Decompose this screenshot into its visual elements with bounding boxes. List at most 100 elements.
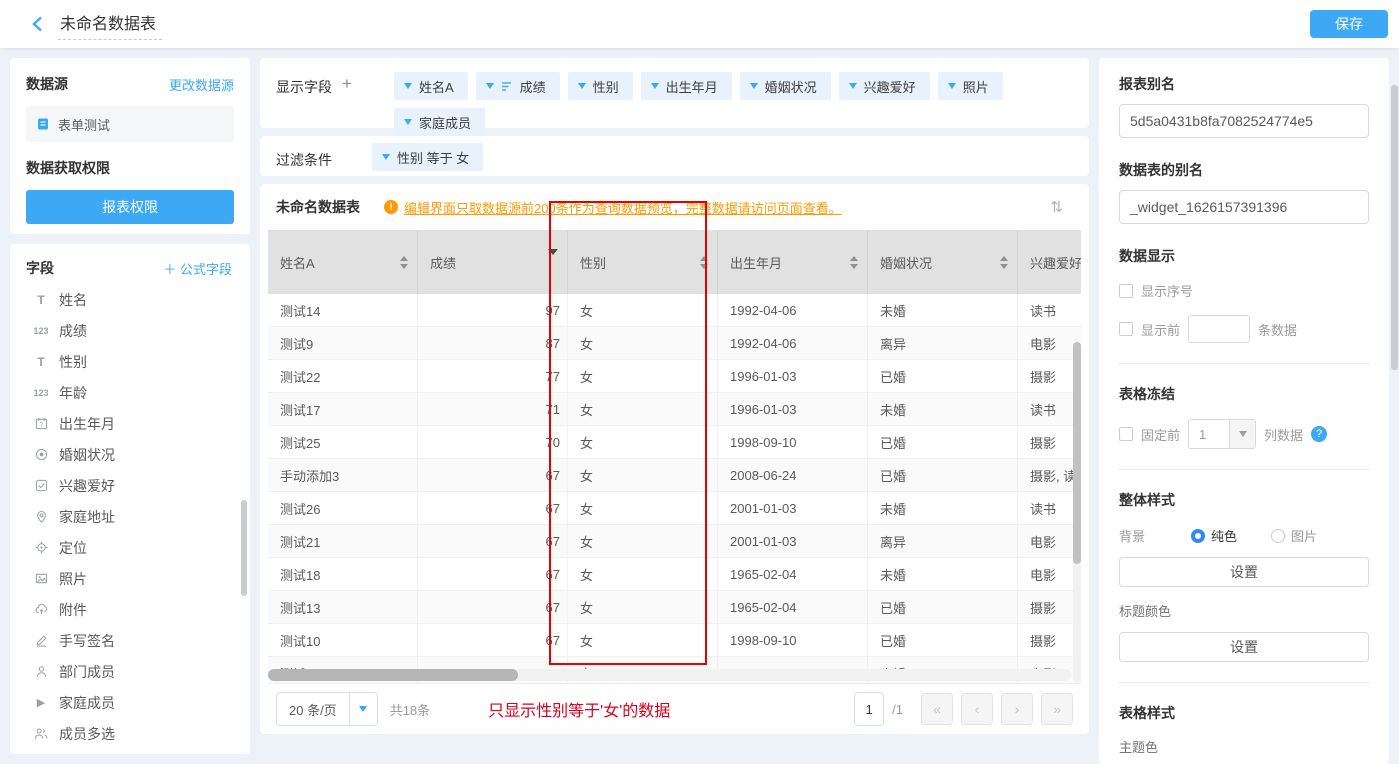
cell-name: 测试21 <box>268 525 418 557</box>
prev-page-button[interactable]: ‹ <box>961 693 993 725</box>
report-alias-input[interactable] <box>1119 104 1369 138</box>
back-button[interactable] <box>28 15 46 33</box>
add-formula-field-link[interactable]: ＋ 公式字段 <box>163 259 232 278</box>
help-icon[interactable]: ? <box>1311 426 1327 442</box>
column-header[interactable]: 性别 <box>568 230 718 294</box>
first-page-button[interactable]: « <box>921 693 953 725</box>
table-header-row: 姓名A 成绩 性别 <box>268 230 1081 294</box>
filter-condition-tag[interactable]: 性别 等于 女 <box>372 143 483 171</box>
column-header[interactable]: 姓名A <box>268 230 418 294</box>
filter-annotation: 只显示性别等于'女'的数据 <box>488 697 670 721</box>
column-header[interactable]: 成绩 <box>418 230 568 294</box>
cell-gender: 女 <box>568 591 718 623</box>
field-item[interactable]: ▶ 家庭成员 <box>26 687 240 718</box>
preview-notice: ! 编辑界面只取数据源前200条作为查询数据预览，完整数据请访问页面查看。 <box>384 198 842 217</box>
cell-birthdate: 1965-02-04 <box>718 558 868 590</box>
display-field-tag[interactable]: 照片 <box>938 72 1003 100</box>
title-color-set-button[interactable]: 设置 <box>1119 632 1369 662</box>
field-item[interactable]: 123 成绩 <box>26 315 240 346</box>
overall-style-title: 整体样式 <box>1119 490 1369 510</box>
field-item[interactable]: 家庭地址 <box>26 501 240 532</box>
field-type-icon: 7 <box>32 417 50 430</box>
background-set-button[interactable]: 设置 <box>1119 557 1369 587</box>
change-datasource-link[interactable]: 更改数据源 <box>169 75 234 94</box>
title-color-label: 标题颜色 <box>1119 601 1369 620</box>
field-item[interactable]: 照片 <box>26 563 240 594</box>
datasource-item[interactable]: 表单测试 <box>26 106 234 142</box>
cell-gender: 女 <box>568 294 718 326</box>
sort-arrows-icon[interactable] <box>1000 256 1008 269</box>
display-field-tag[interactable]: 性别 <box>568 72 633 100</box>
field-item[interactable]: 兴趣爱好 <box>26 470 240 501</box>
field-item[interactable]: 部门成员 <box>26 656 240 687</box>
cell-marriage: 已婚 <box>868 426 1018 458</box>
table-vertical-scrollbar[interactable] <box>1073 342 1081 682</box>
next-page-button[interactable]: › <box>1001 693 1033 725</box>
field-item[interactable]: 成员多选 <box>26 718 240 749</box>
field-label: 性别 <box>59 352 87 372</box>
image-radio[interactable] <box>1271 529 1285 543</box>
row-limit-input[interactable] <box>1188 315 1250 343</box>
display-field-tag[interactable]: 家庭成员 <box>394 108 485 136</box>
fields-scrollbar[interactable] <box>241 500 247 596</box>
topbar: 未命名数据表 保存 <box>0 0 1399 48</box>
image-label: 图片 <box>1291 526 1317 545</box>
column-header[interactable]: 兴趣爱好 <box>1018 230 1081 294</box>
column-header[interactable]: 婚姻状况 <box>868 230 1018 294</box>
sort-desc-icon <box>501 81 513 92</box>
field-item[interactable]: 123 年龄 <box>26 377 240 408</box>
tag-label: 兴趣爱好 <box>864 77 916 96</box>
data-display-title: 数据显示 <box>1119 246 1369 266</box>
field-item[interactable]: 7 出生年月 <box>26 408 240 439</box>
tag-label: 照片 <box>963 77 989 96</box>
rows-suffix-label: 条数据 <box>1258 320 1297 339</box>
save-button[interactable]: 保存 <box>1310 10 1388 38</box>
field-item[interactable]: 附件 <box>26 594 240 625</box>
filter-panel: 过滤条件 性别 等于 女 <box>260 136 1089 176</box>
solid-color-radio[interactable] <box>1191 529 1205 543</box>
cell-score: 67 <box>418 558 568 590</box>
field-type-icon <box>32 541 50 554</box>
page-number-input[interactable] <box>854 692 884 726</box>
cell-hobby: 摄影, 读书 <box>1018 459 1081 491</box>
display-field-tag[interactable]: 姓名A <box>394 72 468 100</box>
field-item[interactable]: T 性别 <box>26 346 240 377</box>
display-field-tag[interactable]: 兴趣爱好 <box>839 72 930 100</box>
page-scrollbar[interactable] <box>1391 85 1398 370</box>
display-field-tag[interactable]: 成绩 <box>476 72 560 100</box>
field-type-icon <box>32 572 50 585</box>
page-size-select[interactable]: 20 条/页 <box>276 692 378 726</box>
sort-arrows-icon[interactable] <box>400 256 408 269</box>
sort-order-icon[interactable]: ⇅ <box>1040 194 1073 220</box>
field-label: 年龄 <box>59 383 87 403</box>
display-field-tag[interactable]: 婚姻状况 <box>740 72 831 100</box>
cell-marriage: 未婚 <box>868 393 1018 425</box>
show-first-checkbox[interactable] <box>1119 322 1133 336</box>
cell-name: 测试10 <box>268 624 418 656</box>
field-type-icon <box>32 479 50 492</box>
report-permission-button[interactable]: 报表权限 <box>26 190 234 224</box>
sort-arrows-icon[interactable] <box>700 256 708 269</box>
sort-desc-active-icon[interactable] <box>548 255 558 270</box>
field-item[interactable]: 定位 <box>26 532 240 563</box>
table-horizontal-scrollbar[interactable] <box>268 669 1071 681</box>
last-page-button[interactable]: » <box>1041 693 1073 725</box>
freeze-checkbox[interactable] <box>1119 427 1133 441</box>
field-item[interactable]: 婚姻状况 <box>26 439 240 470</box>
chevron-down-icon <box>849 83 857 89</box>
display-field-tag[interactable]: 出生年月 <box>641 72 732 100</box>
field-item[interactable]: 手写签名 <box>26 625 240 656</box>
page-size-value: 20 条/页 <box>277 700 349 719</box>
show-index-checkbox[interactable] <box>1119 284 1133 298</box>
cell-name: 测试25 <box>268 426 418 458</box>
column-header[interactable]: 出生年月 <box>718 230 868 294</box>
cell-birthdate: 2001-01-03 <box>718 525 868 557</box>
add-display-field-icon[interactable]: + <box>342 75 352 92</box>
sort-arrows-icon[interactable] <box>850 256 858 269</box>
freeze-count-select[interactable]: 1 <box>1188 419 1256 449</box>
cell-marriage: 已婚 <box>868 459 1018 491</box>
cell-score: 71 <box>418 393 568 425</box>
field-type-icon <box>32 448 50 461</box>
table-alias-input[interactable] <box>1119 190 1369 224</box>
field-item[interactable]: T 姓名 <box>26 284 240 315</box>
